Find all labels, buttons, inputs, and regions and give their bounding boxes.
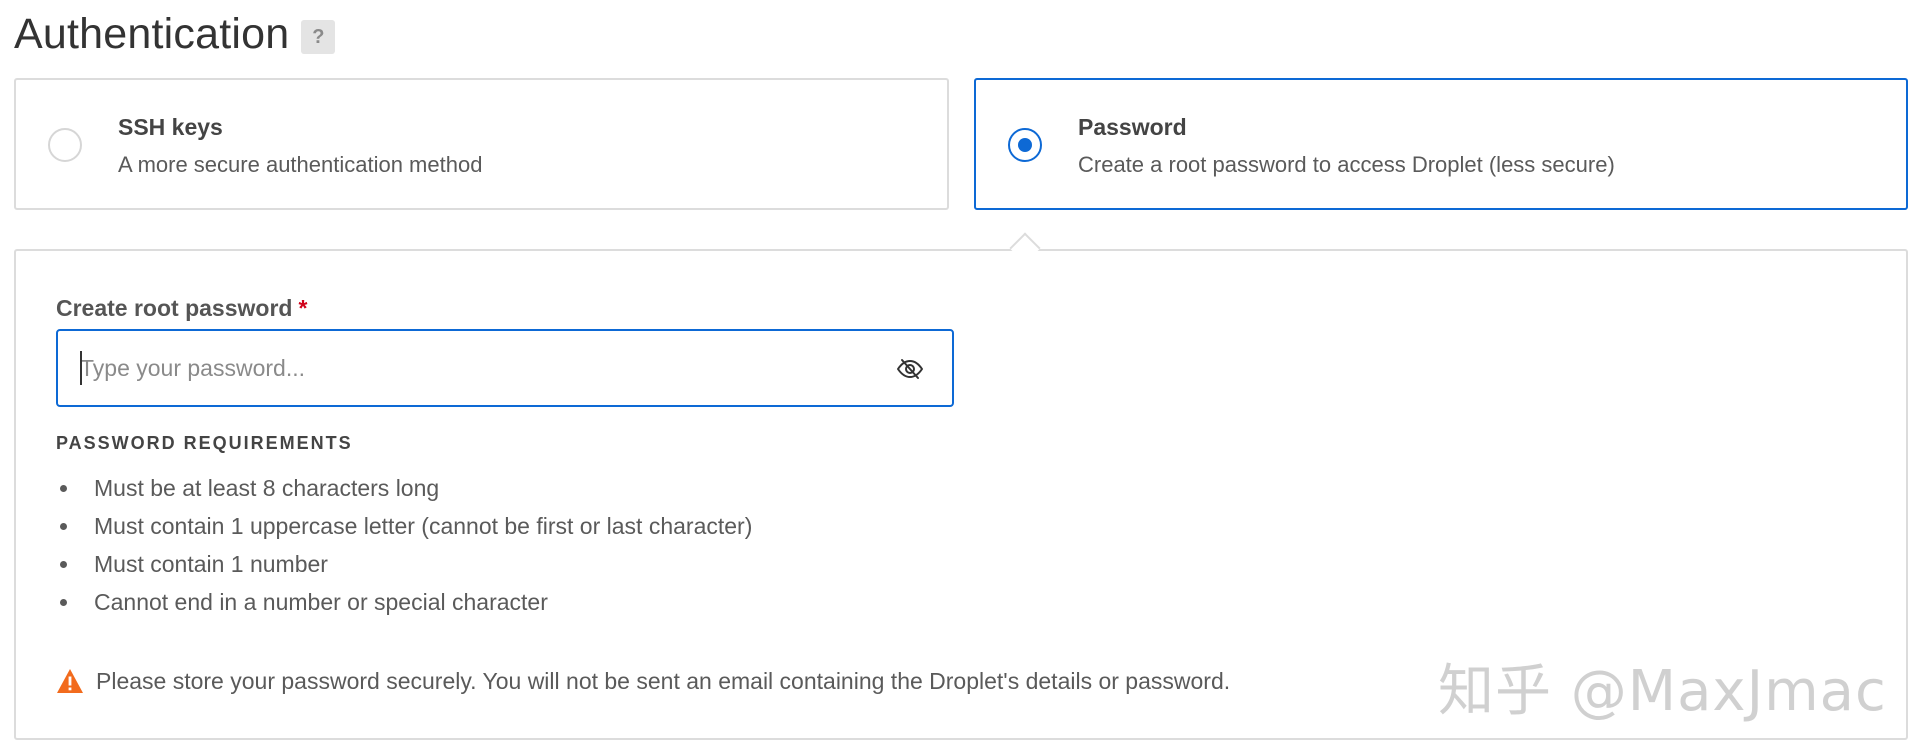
- requirements-heading: PASSWORD REQUIREMENTS: [56, 433, 353, 453]
- warning-icon: [56, 667, 86, 695]
- requirement-text: Must contain 1 number: [94, 550, 328, 577]
- requirements-list: Must be at least 8 characters long Must …: [56, 469, 752, 621]
- watermark: 知乎 @MaxJmac: [1438, 659, 1887, 724]
- password-option-title: Password: [1078, 114, 1187, 140]
- requirement-text: Must contain 1 uppercase letter (cannot …: [94, 512, 753, 539]
- section-header: Authentication ?: [14, 8, 336, 60]
- list-item: Must contain 1 uppercase letter (cannot …: [56, 507, 752, 545]
- eye-slash-icon[interactable]: [894, 353, 926, 385]
- requirement-text: Cannot end in a number or special charac…: [94, 588, 548, 615]
- bullet: [60, 598, 67, 606]
- auth-option-password[interactable]: Password Create a root password to acces…: [974, 78, 1908, 210]
- ssh-keys-description: A more secure authentication method: [118, 152, 483, 177]
- password-label-text: Create root password: [56, 295, 293, 321]
- required-asterisk: *: [298, 295, 308, 321]
- text-caret: [80, 351, 82, 385]
- ssh-keys-title: SSH keys: [118, 114, 223, 140]
- list-item: Must be at least 8 characters long: [56, 469, 752, 507]
- password-option-description: Create a root password to access Droplet…: [1078, 152, 1615, 177]
- password-radio[interactable]: [1008, 128, 1042, 162]
- list-item: Cannot end in a number or special charac…: [56, 583, 752, 621]
- password-field-label: Create root password *: [56, 295, 307, 322]
- help-button[interactable]: ?: [301, 20, 336, 54]
- ssh-keys-radio[interactable]: [48, 128, 82, 162]
- requirement-text: Must be at least 8 characters long: [94, 474, 440, 501]
- password-input-box[interactable]: [56, 329, 954, 407]
- auth-option-ssh-keys[interactable]: SSH keys A more secure authentication me…: [14, 78, 949, 210]
- bullet: [60, 522, 67, 530]
- warning-text: Please store your password securely. You…: [96, 667, 1231, 694]
- root-password-input[interactable]: [80, 345, 860, 391]
- bullet: [60, 560, 67, 568]
- bullet: [60, 484, 67, 492]
- page-title: Authentication: [14, 9, 290, 58]
- warning-message: Please store your password securely. You…: [56, 661, 1230, 701]
- list-item: Must contain 1 number: [56, 545, 752, 583]
